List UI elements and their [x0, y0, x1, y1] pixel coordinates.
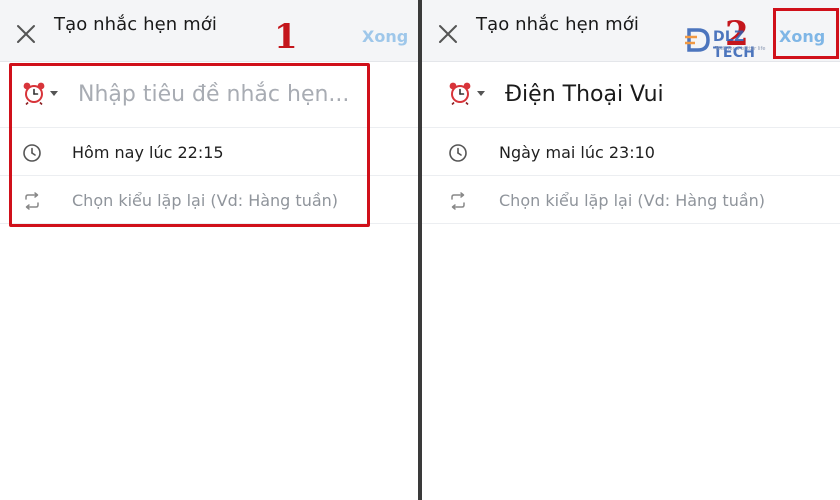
watermark-tagline: Tech for a better life	[715, 46, 766, 52]
right-screen: Tạo nhắc hẹn mới 2 DLZ TECH Tech for a b…	[422, 0, 840, 500]
close-icon[interactable]	[14, 22, 38, 46]
highlight-box	[9, 63, 370, 227]
done-button[interactable]: Xong	[362, 27, 408, 46]
header: Tạo nhắc hẹn mới 1 Xong	[0, 0, 418, 62]
page-title: Tạo nhắc hẹn mới	[476, 14, 639, 35]
close-icon[interactable]	[436, 22, 460, 46]
watermark-logo: DLZ TECH Tech for a better life	[681, 22, 781, 61]
watermark-brand: DLZ TECH	[713, 29, 756, 61]
page-title: Tạo nhắc hẹn mới	[54, 14, 217, 35]
dlz-logo-icon	[685, 28, 710, 52]
clock-icon	[449, 144, 467, 162]
time-value: Ngày mai lúc 23:10	[499, 143, 655, 162]
reminder-title-input[interactable]: Điện Thoại Vui	[505, 82, 664, 107]
title-row[interactable]: Điện Thoại Vui	[422, 62, 840, 128]
repeat-row[interactable]: Chọn kiểu lặp lại (Vd: Hàng tuần)	[422, 178, 840, 224]
done-highlight-box	[773, 8, 839, 59]
alarm-clock-icon[interactable]	[448, 81, 472, 105]
repeat-icon	[451, 192, 465, 210]
time-row[interactable]: Ngày mai lúc 23:10	[422, 130, 840, 176]
repeat-placeholder: Chọn kiểu lặp lại (Vd: Hàng tuần)	[499, 191, 766, 210]
left-screen: Tạo nhắc hẹn mới 1 Xong Nhập tiêu đề nhắ…	[0, 0, 418, 500]
step-number-label: 1	[274, 17, 298, 57]
dropdown-caret-icon[interactable]	[477, 91, 485, 96]
